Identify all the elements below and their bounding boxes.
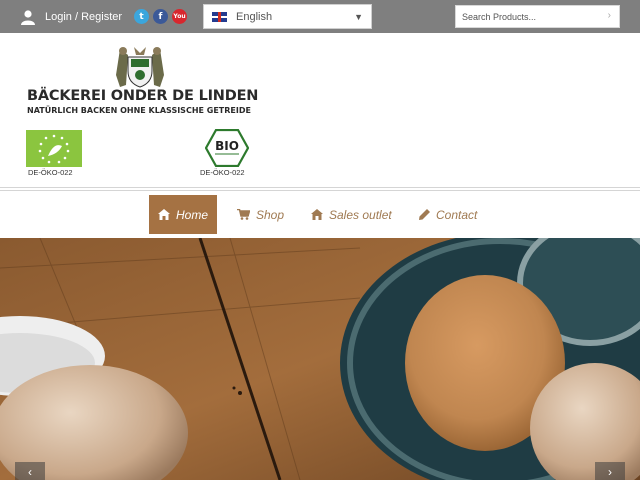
brand-tagline: NATÜRLICH BACKEN OHNE KLASSISCHE GETREID…	[27, 106, 251, 115]
bio-seal-logo: BIO	[205, 129, 249, 167]
slider-prev-button[interactable]: ‹	[15, 462, 45, 480]
coat-of-arms-logo[interactable]	[114, 45, 166, 89]
search-submit-icon[interactable]: ›	[608, 10, 611, 21]
youtube-icon[interactable]: You	[172, 9, 187, 24]
nav-item-sales-outlet[interactable]: Sales outlet	[311, 195, 392, 234]
login-register-link[interactable]: Login / Register	[20, 8, 122, 26]
slider-next-button[interactable]: ›	[595, 462, 625, 480]
hero-image	[0, 238, 640, 480]
certificate-code: DE-ÖKO-022	[200, 168, 245, 177]
facebook-icon[interactable]: f	[153, 9, 168, 24]
cart-icon	[237, 209, 250, 220]
eu-organic-logo	[26, 130, 82, 167]
search-box: ›	[455, 5, 620, 28]
language-select[interactable]: English ▼	[203, 4, 372, 29]
nav-item-label: Shop	[256, 207, 285, 222]
uk-flag-icon	[212, 11, 227, 22]
top-bar: Login / Register t f You English ▼ ›	[0, 0, 640, 33]
chevron-down-icon: ▼	[354, 12, 363, 22]
pencil-icon	[419, 209, 430, 220]
login-register-label: Login / Register	[45, 11, 123, 23]
language-selected-label: English	[236, 10, 273, 23]
home-icon	[157, 209, 170, 220]
brand-name: BÄCKEREI ONDER DE LINDEN	[27, 88, 259, 104]
certificate-code: DE-ÖKO-022	[28, 168, 73, 177]
nav-item-shop[interactable]: Shop	[237, 195, 284, 234]
site-header: BÄCKEREI ONDER DE LINDEN NATÜRLICH BACKE…	[0, 33, 640, 187]
nav-item-label: Contact	[436, 207, 478, 222]
twitter-icon[interactable]: t	[134, 9, 149, 24]
hero-slider: ‹ ›	[0, 238, 640, 480]
search-input[interactable]	[456, 6, 596, 27]
svg-text:BIO: BIO	[215, 139, 239, 153]
nav-item-contact[interactable]: Contact	[419, 195, 477, 234]
store-icon	[311, 209, 323, 220]
nav-item-home[interactable]: Home	[149, 195, 217, 234]
user-icon	[21, 10, 35, 25]
main-nav: Home Shop Sales outlet Contact	[0, 191, 640, 238]
nav-item-label: Home	[175, 207, 208, 222]
nav-item-label: Sales outlet	[329, 207, 392, 222]
